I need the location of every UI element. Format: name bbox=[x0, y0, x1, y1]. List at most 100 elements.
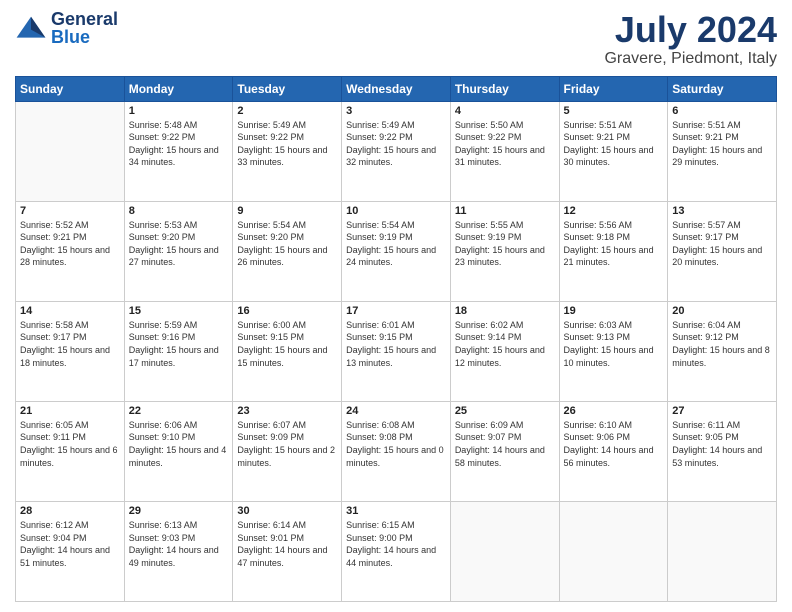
day-number: 14 bbox=[20, 305, 120, 317]
calendar-table: SundayMondayTuesdayWednesdayThursdayFrid… bbox=[15, 76, 777, 602]
calendar-cell bbox=[450, 501, 559, 601]
calendar-cell bbox=[559, 501, 668, 601]
day-number: 30 bbox=[237, 505, 337, 517]
day-number: 8 bbox=[129, 205, 229, 217]
day-number: 1 bbox=[129, 105, 229, 117]
day-info: Sunrise: 6:08 AMSunset: 9:08 PMDaylight:… bbox=[346, 419, 446, 469]
day-info: Sunrise: 6:00 AMSunset: 9:15 PMDaylight:… bbox=[237, 319, 337, 369]
day-info: Sunrise: 5:49 AMSunset: 9:22 PMDaylight:… bbox=[346, 119, 446, 169]
day-number: 26 bbox=[564, 405, 664, 417]
calendar-cell: 14 Sunrise: 5:58 AMSunset: 9:17 PMDayligh… bbox=[16, 301, 125, 401]
calendar-cell: 23 Sunrise: 6:07 AMSunset: 9:09 PMDayligh… bbox=[233, 401, 342, 501]
calendar-cell: 11Sunrise: 5:55 AMSunset: 9:19 PMDayligh… bbox=[450, 201, 559, 301]
calendar-cell: 16 Sunrise: 6:00 AMSunset: 9:15 PMDayligh… bbox=[233, 301, 342, 401]
day-number: 3 bbox=[346, 105, 446, 117]
day-info: Sunrise: 5:51 AMSunset: 9:21 PMDaylight:… bbox=[672, 119, 772, 169]
calendar-cell: 3 Sunrise: 5:49 AMSunset: 9:22 PMDaylight… bbox=[342, 101, 451, 201]
logo: General Blue bbox=[15, 10, 118, 46]
day-header-saturday: Saturday bbox=[668, 76, 777, 101]
day-info: Sunrise: 6:09 AMSunset: 9:07 PMDaylight:… bbox=[455, 419, 555, 469]
day-header-tuesday: Tuesday bbox=[233, 76, 342, 101]
calendar-cell: 2 Sunrise: 5:49 AMSunset: 9:22 PMDaylight… bbox=[233, 101, 342, 201]
day-info: Sunrise: 6:12 AMSunset: 9:04 PMDaylight:… bbox=[20, 519, 120, 569]
calendar-cell: 18Sunrise: 6:02 AMSunset: 9:14 PMDayligh… bbox=[450, 301, 559, 401]
day-number: 17 bbox=[346, 305, 446, 317]
week-row-4: 28Sunrise: 6:12 AMSunset: 9:04 PMDayligh… bbox=[16, 501, 777, 601]
day-info: Sunrise: 5:49 AMSunset: 9:22 PMDaylight:… bbox=[237, 119, 337, 169]
day-info: Sunrise: 5:51 AMSunset: 9:21 PMDaylight:… bbox=[564, 119, 664, 169]
day-number: 23 bbox=[237, 405, 337, 417]
day-info: Sunrise: 5:52 AMSunset: 9:21 PMDaylight:… bbox=[20, 219, 120, 269]
day-info: Sunrise: 5:54 AMSunset: 9:19 PMDaylight:… bbox=[346, 219, 446, 269]
day-number: 25 bbox=[455, 405, 555, 417]
day-header-thursday: Thursday bbox=[450, 76, 559, 101]
calendar-cell: 17 Sunrise: 6:01 AMSunset: 9:15 PMDayligh… bbox=[342, 301, 451, 401]
calendar-cell: 31 Sunrise: 6:15 AMSunset: 9:00 PMDayligh… bbox=[342, 501, 451, 601]
day-number: 11 bbox=[455, 205, 555, 217]
day-number: 10 bbox=[346, 205, 446, 217]
day-number: 21 bbox=[20, 405, 120, 417]
calendar-cell: 4 Sunrise: 5:50 AMSunset: 9:22 PMDaylight… bbox=[450, 101, 559, 201]
day-info: Sunrise: 6:03 AMSunset: 9:13 PMDaylight:… bbox=[564, 319, 664, 369]
day-info: Sunrise: 6:07 AMSunset: 9:09 PMDaylight:… bbox=[237, 419, 337, 469]
calendar-cell: 13Sunrise: 5:57 AMSunset: 9:17 PMDayligh… bbox=[668, 201, 777, 301]
day-info: Sunrise: 5:48 AMSunset: 9:22 PMDaylight:… bbox=[129, 119, 229, 169]
logo-icon bbox=[15, 14, 47, 42]
calendar-cell: 15 Sunrise: 5:59 AMSunset: 9:16 PMDayligh… bbox=[124, 301, 233, 401]
day-header-wednesday: Wednesday bbox=[342, 76, 451, 101]
day-number: 29 bbox=[129, 505, 229, 517]
logo-text: General Blue bbox=[51, 10, 118, 46]
day-number: 6 bbox=[672, 105, 772, 117]
day-number: 18 bbox=[455, 305, 555, 317]
week-row-1: 7 Sunrise: 5:52 AMSunset: 9:21 PMDaylight… bbox=[16, 201, 777, 301]
calendar-cell: 29 Sunrise: 6:13 AMSunset: 9:03 PMDayligh… bbox=[124, 501, 233, 601]
day-header-sunday: Sunday bbox=[16, 76, 125, 101]
calendar-cell: 26Sunrise: 6:10 AMSunset: 9:06 PMDayligh… bbox=[559, 401, 668, 501]
day-info: Sunrise: 6:04 AMSunset: 9:12 PMDaylight:… bbox=[672, 319, 772, 369]
calendar-cell: 20 Sunrise: 6:04 AMSunset: 9:12 PMDayligh… bbox=[668, 301, 777, 401]
day-number: 20 bbox=[672, 305, 772, 317]
day-info: Sunrise: 5:58 AMSunset: 9:17 PMDaylight:… bbox=[20, 319, 120, 369]
calendar-cell: 22 Sunrise: 6:06 AMSunset: 9:10 PMDayligh… bbox=[124, 401, 233, 501]
calendar-cell: 30Sunrise: 6:14 AMSunset: 9:01 PMDayligh… bbox=[233, 501, 342, 601]
header-row: SundayMondayTuesdayWednesdayThursdayFrid… bbox=[16, 76, 777, 101]
calendar-cell bbox=[668, 501, 777, 601]
day-header-monday: Monday bbox=[124, 76, 233, 101]
calendar-cell bbox=[16, 101, 125, 201]
calendar-cell: 10 Sunrise: 5:54 AMSunset: 9:19 PMDayligh… bbox=[342, 201, 451, 301]
calendar-cell: 5 Sunrise: 5:51 AMSunset: 9:21 PMDaylight… bbox=[559, 101, 668, 201]
day-info: Sunrise: 6:13 AMSunset: 9:03 PMDaylight:… bbox=[129, 519, 229, 569]
week-row-2: 14 Sunrise: 5:58 AMSunset: 9:17 PMDayligh… bbox=[16, 301, 777, 401]
day-info: Sunrise: 6:06 AMSunset: 9:10 PMDaylight:… bbox=[129, 419, 229, 469]
calendar-cell: 8Sunrise: 5:53 AMSunset: 9:20 PMDaylight… bbox=[124, 201, 233, 301]
day-number: 7 bbox=[20, 205, 120, 217]
day-info: Sunrise: 6:01 AMSunset: 9:15 PMDaylight:… bbox=[346, 319, 446, 369]
week-row-3: 21 Sunrise: 6:05 AMSunset: 9:11 PMDayligh… bbox=[16, 401, 777, 501]
month-title: July 2024 bbox=[604, 10, 777, 50]
day-number: 9 bbox=[237, 205, 337, 217]
week-row-0: 1 Sunrise: 5:48 AMSunset: 9:22 PMDaylight… bbox=[16, 101, 777, 201]
day-number: 16 bbox=[237, 305, 337, 317]
calendar-cell: 12Sunrise: 5:56 AMSunset: 9:18 PMDayligh… bbox=[559, 201, 668, 301]
day-info: Sunrise: 5:59 AMSunset: 9:16 PMDaylight:… bbox=[129, 319, 229, 369]
day-number: 27 bbox=[672, 405, 772, 417]
day-number: 22 bbox=[129, 405, 229, 417]
calendar-cell: 1 Sunrise: 5:48 AMSunset: 9:22 PMDaylight… bbox=[124, 101, 233, 201]
day-number: 24 bbox=[346, 405, 446, 417]
calendar-cell: 24 Sunrise: 6:08 AMSunset: 9:08 PMDayligh… bbox=[342, 401, 451, 501]
day-number: 15 bbox=[129, 305, 229, 317]
day-info: Sunrise: 5:50 AMSunset: 9:22 PMDaylight:… bbox=[455, 119, 555, 169]
day-info: Sunrise: 6:15 AMSunset: 9:00 PMDaylight:… bbox=[346, 519, 446, 569]
calendar-cell: 7 Sunrise: 5:52 AMSunset: 9:21 PMDaylight… bbox=[16, 201, 125, 301]
day-number: 5 bbox=[564, 105, 664, 117]
calendar-cell: 25 Sunrise: 6:09 AMSunset: 9:07 PMDayligh… bbox=[450, 401, 559, 501]
calendar-cell: 19Sunrise: 6:03 AMSunset: 9:13 PMDayligh… bbox=[559, 301, 668, 401]
day-info: Sunrise: 5:57 AMSunset: 9:17 PMDaylight:… bbox=[672, 219, 772, 269]
day-number: 2 bbox=[237, 105, 337, 117]
day-number: 4 bbox=[455, 105, 555, 117]
day-info: Sunrise: 6:05 AMSunset: 9:11 PMDaylight:… bbox=[20, 419, 120, 469]
day-number: 31 bbox=[346, 505, 446, 517]
calendar-cell: 6 Sunrise: 5:51 AMSunset: 9:21 PMDaylight… bbox=[668, 101, 777, 201]
calendar-cell: 21 Sunrise: 6:05 AMSunset: 9:11 PMDayligh… bbox=[16, 401, 125, 501]
day-number: 12 bbox=[564, 205, 664, 217]
